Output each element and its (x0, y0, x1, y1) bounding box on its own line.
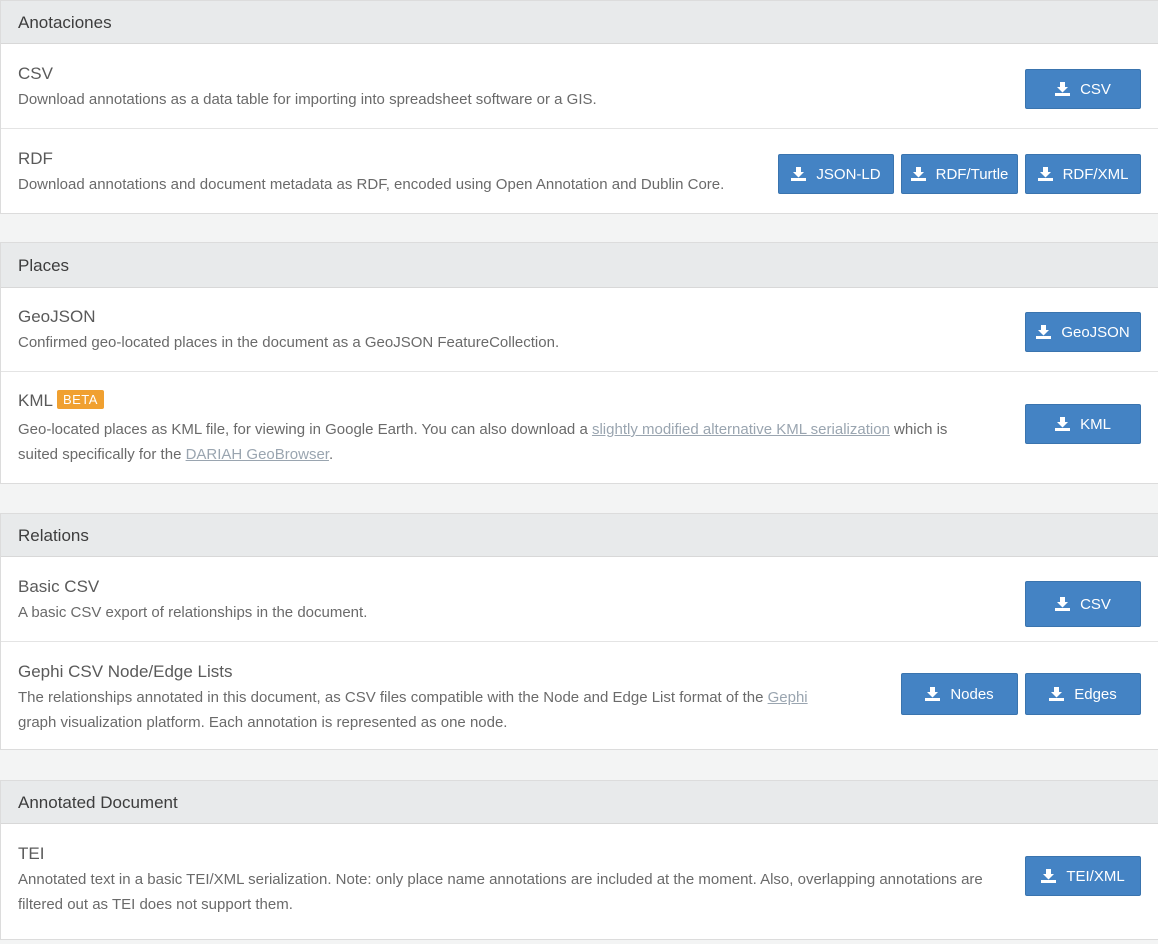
row-title: GeoJSON (18, 307, 96, 326)
panel-relations: Relations Basic CSV A basic CSV export o… (0, 513, 1158, 750)
panel-header-relations: Relations (1, 514, 1158, 557)
row-annotations-rdf: RDF Download annotations and document me… (1, 129, 1158, 214)
row-places-kml: KML BETA Geo-located places as KML file, … (1, 372, 1158, 483)
row-description: Download annotations as a data table for… (18, 91, 597, 108)
download-geojson-button[interactable]: GeoJSON (1025, 312, 1141, 352)
row-relations-gephi: Gephi CSV Node/Edge Lists The relationsh… (1, 642, 1158, 750)
download-icon (1055, 597, 1071, 611)
download-rdf-turtle-button[interactable]: RDF/Turtle (901, 154, 1018, 194)
row-title-text: KML (18, 391, 53, 410)
button-label: KML (1080, 415, 1111, 433)
row-title: Gephi CSV Node/Edge Lists (18, 662, 233, 681)
button-label: RDF/XML (1062, 165, 1129, 183)
button-label: JSON-LD (816, 165, 881, 183)
row-relations-basic-csv: Basic CSV A basic CSV export of relation… (1, 557, 1158, 642)
row-description: Confirmed geo-located places in the docu… (18, 334, 560, 351)
row-annotated-document-tei: TEI Annotated text in a basic TEI/XML se… (1, 824, 1158, 944)
download-icon (925, 687, 941, 701)
panel-header-annotations: Anotaciones (1, 1, 1158, 44)
download-icon (910, 167, 926, 181)
download-tei-xml-button[interactable]: TEI/XML (1025, 856, 1141, 896)
panel-header-annotated-document: Annotated Document (1, 781, 1158, 824)
panel-annotated-document: Annotated Document TEI Annotated text in… (0, 780, 1158, 940)
row-description: A basic CSV export of relationships in t… (18, 604, 368, 621)
button-label: RDF/Turtle (935, 165, 1009, 183)
desc-text: The relationships annotated in this docu… (18, 689, 768, 706)
download-icon (1037, 167, 1053, 181)
dariah-geobrowser-link[interactable]: DARIAH GeoBrowser (186, 446, 329, 463)
download-relations-csv-button[interactable]: CSV (1025, 581, 1141, 627)
button-label: Edges (1074, 685, 1117, 703)
desc-text: graph visualization platform. Each annot… (18, 714, 508, 731)
download-icon (1049, 687, 1065, 701)
beta-badge: BETA (56, 390, 104, 409)
row-places-geojson: GeoJSON Confirmed geo-located places in … (1, 288, 1158, 372)
download-edges-button[interactable]: Edges (1025, 673, 1141, 715)
button-label: CSV (1080, 595, 1111, 613)
row-title: RDF (18, 149, 53, 168)
gephi-link[interactable]: Gephi (768, 689, 808, 706)
panel-places: Places GeoJSON Confirmed geo-located pla… (0, 242, 1158, 484)
row-title: CSV (18, 64, 53, 83)
download-icon (1036, 325, 1052, 339)
row-annotations-csv: CSV Download annotations as a data table… (1, 44, 1158, 129)
download-kml-button[interactable]: KML (1025, 404, 1141, 444)
panel-header-places: Places (1, 243, 1158, 288)
button-label: TEI/XML (1066, 867, 1125, 885)
desc-text: Geo-located places as KML file, for view… (18, 421, 592, 438)
download-icon (1055, 417, 1071, 431)
row-title: KML BETA (18, 390, 104, 411)
button-label: Nodes (950, 685, 994, 703)
download-nodes-button[interactable]: Nodes (901, 673, 1018, 715)
download-jsonld-button[interactable]: JSON-LD (778, 154, 894, 194)
desc-text: . (328, 446, 334, 463)
download-icon (791, 167, 807, 181)
button-label: CSV (1080, 80, 1111, 98)
row-description: The relationships annotated in this docu… (18, 685, 818, 735)
row-title: Basic CSV (18, 577, 100, 596)
row-description: Geo-located places as KML file, for view… (18, 417, 958, 467)
download-csv-button[interactable]: CSV (1025, 69, 1141, 109)
download-icon (1041, 869, 1057, 883)
button-label: GeoJSON (1061, 323, 1130, 341)
row-title: TEI (18, 844, 45, 863)
alt-kml-link[interactable]: slightly modified alternative KML serial… (592, 421, 890, 438)
download-icon (1055, 82, 1071, 96)
download-rdf-xml-button[interactable]: RDF/XML (1025, 154, 1141, 194)
row-description: Annotated text in a basic TEI/XML serial… (18, 871, 983, 913)
panel-annotations: Anotaciones CSV Download annotations as … (0, 0, 1158, 214)
row-description: Download annotations and document metada… (18, 176, 725, 193)
